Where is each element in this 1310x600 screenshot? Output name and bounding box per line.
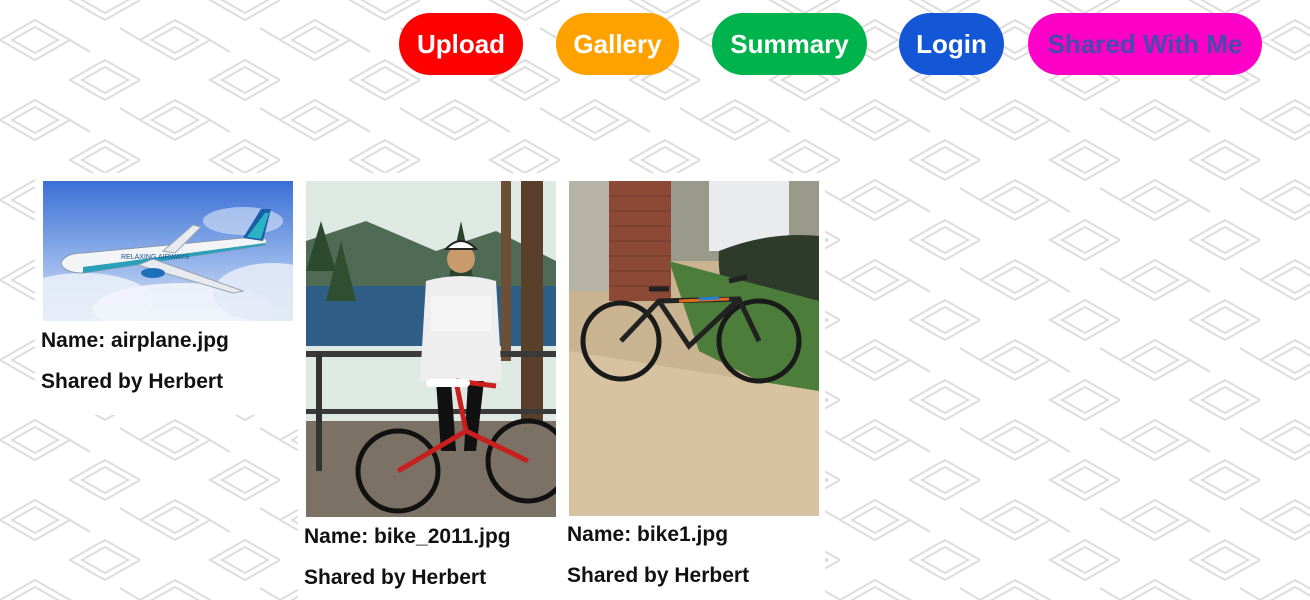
cyclist-photo[interactable] xyxy=(306,181,556,517)
bicycle-photo[interactable] xyxy=(569,181,819,516)
item-shared-by: Shared by Herbert xyxy=(304,566,487,589)
summary-button[interactable]: Summary xyxy=(712,13,867,75)
login-button[interactable]: Login xyxy=(899,13,1004,75)
airplane-photo[interactable]: RELAXING AIRWAYS xyxy=(43,181,293,321)
shared-item-card: Name: bike1.jpg Shared by Herbert xyxy=(561,173,825,600)
item-name: Name: bike1.jpg xyxy=(567,523,729,546)
top-nav: Upload Gallery Summary Login Shared With… xyxy=(0,13,1310,75)
shared-item-card: RELAXING AIRWAYS Name: airplane.jpg Shar… xyxy=(35,173,299,415)
shared-item-card: Name: bike_2011.jpg Shared by Herbert xyxy=(298,173,562,600)
item-shared-by: Shared by Herbert xyxy=(567,564,750,587)
svg-text:RELAXING AIRWAYS: RELAXING AIRWAYS xyxy=(121,254,190,261)
upload-button[interactable]: Upload xyxy=(399,13,523,75)
item-shared-by: Shared by Herbert xyxy=(41,370,224,393)
item-name: Name: airplane.jpg xyxy=(41,329,229,352)
shared-with-me-button[interactable]: Shared With Me xyxy=(1028,13,1262,75)
item-name: Name: bike_2011.jpg xyxy=(304,525,511,548)
gallery-button[interactable]: Gallery xyxy=(556,13,679,75)
